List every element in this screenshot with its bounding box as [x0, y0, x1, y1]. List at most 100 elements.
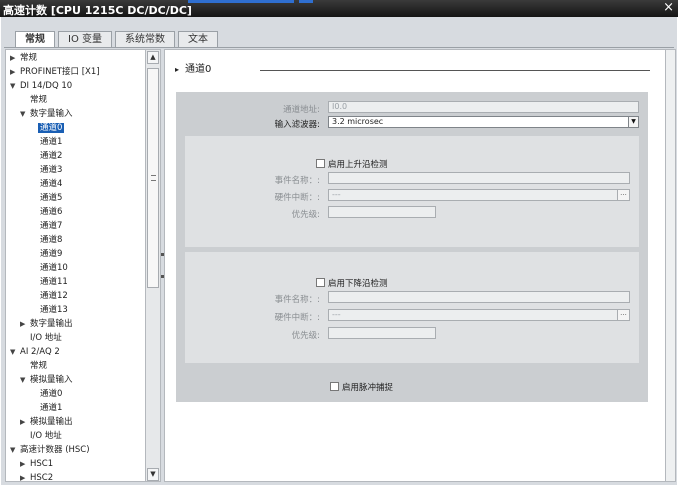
enable-pulse-catch-checkbox[interactable]: 启用脉冲捕捉: [330, 381, 393, 393]
tree-item[interactable]: 通道11: [30, 275, 70, 289]
checkbox-icon[interactable]: [316, 159, 325, 168]
checkbox-icon[interactable]: [330, 382, 339, 391]
tree-item[interactable]: ▶ 常规: [10, 51, 39, 65]
expand-arrow-icon[interactable]: ▼: [20, 107, 28, 121]
tree-item[interactable]: 通道1: [30, 135, 64, 149]
section-title: 通道0: [185, 64, 212, 75]
tree-item[interactable]: 通道4: [30, 177, 64, 191]
expand-arrow-icon[interactable]: ▼: [10, 79, 18, 93]
tree-item[interactable]: 通道0: [30, 121, 65, 135]
tree-item-label: 常规: [20, 53, 38, 63]
enable-rising-edge-checkbox[interactable]: 启用上升沿检测: [316, 158, 388, 170]
tree-item-label: 通道5: [40, 193, 63, 203]
collapse-arrow-icon[interactable]: ▶: [20, 457, 28, 471]
tree-item-label: 通道3: [40, 165, 63, 175]
enable-falling-edge-checkbox[interactable]: 启用下降沿检测: [316, 277, 388, 289]
scroll-down-icon[interactable]: ▼: [147, 468, 159, 481]
tree-item-label: 数字量输入: [30, 109, 73, 119]
scroll-grip-icon: [151, 175, 156, 181]
section-header[interactable]: ▸ 通道0: [175, 60, 211, 75]
tree-item[interactable]: 通道9: [30, 247, 64, 261]
tree-item[interactable]: I/O 地址: [20, 429, 64, 443]
close-icon[interactable]: ×: [663, 1, 674, 15]
tree-item-label: 数字量输出: [30, 319, 73, 329]
tree-item[interactable]: 通道8: [30, 233, 64, 247]
tree-item-label: 通道0: [38, 123, 65, 133]
tree-item-label: I/O 地址: [30, 431, 62, 441]
tree-item-label: 通道2: [40, 151, 63, 161]
input-filter-value: 3.2 microsec: [332, 117, 384, 126]
chevron-down-icon[interactable]: ▼: [628, 117, 638, 127]
tree-item[interactable]: 通道1: [30, 401, 64, 415]
tree-item-label: 通道1: [40, 403, 63, 413]
tree-item-label: AI 2/AQ 2: [20, 347, 60, 357]
expand-arrow-icon[interactable]: ▼: [10, 443, 18, 457]
tree-item[interactable]: 通道13: [30, 303, 70, 317]
ellipsis-icon[interactable]: ...: [617, 310, 629, 320]
tree-item[interactable]: 通道12: [30, 289, 70, 303]
tree-item[interactable]: 常规: [20, 93, 49, 107]
expand-arrow-icon[interactable]: ▼: [20, 373, 28, 387]
tab-texts[interactable]: 文本: [178, 31, 218, 47]
scroll-up-icon[interactable]: ▲: [147, 51, 159, 64]
tree-item[interactable]: ▶ HSC2: [20, 471, 55, 482]
hardware-interrupt-value: ---: [332, 310, 341, 319]
event-name-label: 事件名称：:: [274, 295, 320, 305]
tree-item[interactable]: ▶ HSC1: [20, 457, 55, 471]
tree-item-label: 通道4: [40, 179, 63, 189]
content-scrollbar[interactable]: [666, 49, 676, 482]
checkbox-icon[interactable]: [316, 278, 325, 287]
tree-item-label: 常规: [30, 361, 48, 371]
ellipsis-icon[interactable]: ...: [617, 190, 629, 200]
collapse-arrow-icon[interactable]: ▶: [10, 51, 18, 65]
tree-scrollbar[interactable]: ▲ ▼: [146, 49, 161, 482]
tree-item[interactable]: ▼ AI 2/AQ 2: [10, 345, 62, 359]
tree-item-label: PROFINET接口 [X1]: [20, 67, 100, 77]
tree-item[interactable]: ▶ 模拟量输出: [20, 415, 75, 429]
tree-item[interactable]: 通道7: [30, 219, 64, 233]
expand-arrow-icon[interactable]: ▼: [10, 345, 18, 359]
tree-item[interactable]: 通道6: [30, 205, 64, 219]
hardware-interrupt-label: 硬件中断：:: [274, 313, 320, 323]
priority-field: [328, 206, 436, 218]
tree-item[interactable]: 常规: [20, 359, 49, 373]
falling-edge-panel: 启用下降沿检测 事件名称：: 硬件中断：: --- ... 优先级:: [185, 252, 639, 363]
title-accent-bar: [188, 0, 294, 3]
collapse-arrow-icon[interactable]: ▶: [20, 471, 28, 481]
collapse-arrow-icon[interactable]: ▶: [10, 65, 18, 79]
tree-item[interactable]: ▼ 数字量输入: [20, 107, 75, 121]
tree-item[interactable]: 通道3: [30, 163, 64, 177]
priority-label: 优先级:: [291, 331, 320, 341]
tree-item[interactable]: ▼ 高速计数器 (HSC): [10, 443, 92, 457]
navigation-tree: ▶ 常规 ▶ PROFINET接口 [X1] ▼ DI 14/DQ 10 常规 ▼ 数字量输入通…: [5, 49, 146, 482]
tree-item[interactable]: I/O 地址: [20, 331, 64, 345]
scroll-thumb[interactable]: [147, 68, 159, 288]
tree-item-label: 通道0: [40, 389, 63, 399]
tree-item-label: DI 14/DQ 10: [20, 81, 73, 91]
tree-item-label: HSC2: [30, 473, 54, 482]
input-filter-select[interactable]: 3.2 microsec ▼: [328, 116, 639, 128]
tree-item[interactable]: 通道5: [30, 191, 64, 205]
tree-item[interactable]: ▶ 数字量输出: [20, 317, 75, 331]
collapse-arrow-icon[interactable]: ▶: [20, 317, 28, 331]
tree-item[interactable]: 通道10: [30, 261, 70, 275]
tree-item[interactable]: ▶ PROFINET接口 [X1]: [10, 65, 102, 79]
tree-item[interactable]: ▼ 模拟量输入: [20, 373, 75, 387]
dialog-frame: 常规 IO 变量 系统常数 文本 ▶ 常规 ▶ PROFINET接口 [X1] ▼ DI …: [1, 17, 677, 485]
tree-item-label: 通道11: [40, 277, 68, 287]
tree-item[interactable]: ▼ DI 14/DQ 10: [10, 79, 74, 93]
event-name-label: 事件名称：:: [274, 176, 320, 186]
tree-item[interactable]: 通道2: [30, 149, 64, 163]
rising-edge-panel: 启用上升沿检测 事件名称：: 硬件中断：: --- ... 优先级:: [185, 136, 639, 247]
tree-item-label: 模拟量输出: [30, 417, 73, 427]
tab-io-tags[interactable]: IO 变量: [58, 31, 112, 47]
tab-general[interactable]: 常规: [15, 31, 55, 48]
priority-field: [328, 327, 436, 339]
section-divider: [260, 70, 650, 71]
input-filter-label: 输入滤波器:: [274, 120, 320, 130]
collapse-arrow-icon[interactable]: ▶: [20, 415, 28, 429]
tab-system-constants[interactable]: 系统常数: [115, 31, 175, 47]
tree-item[interactable]: 通道0: [30, 387, 64, 401]
tree-item-label: 通道10: [40, 263, 68, 273]
window-title: 高速计数 [CPU 1215C DC/DC/DC]: [3, 4, 192, 17]
